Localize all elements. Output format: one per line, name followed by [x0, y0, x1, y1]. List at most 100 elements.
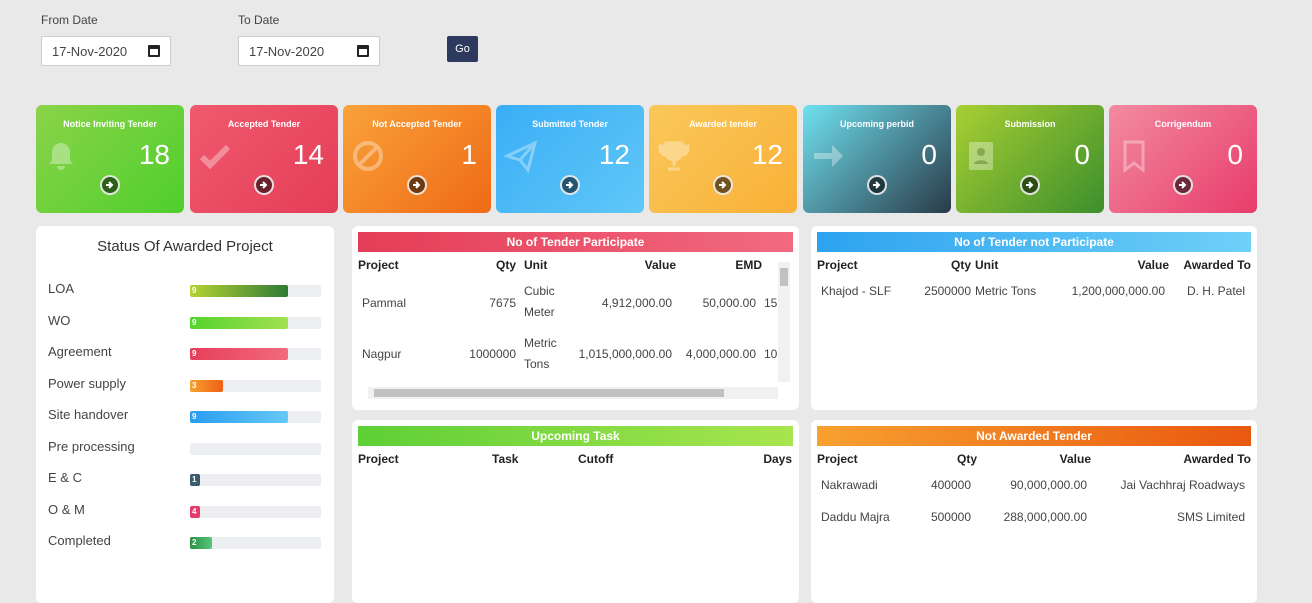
- cell-extra: 15: [764, 296, 778, 310]
- not-awarded-title: Not Awarded Tender: [817, 426, 1251, 446]
- cell-value: 1,015,000,000.00: [578, 347, 672, 361]
- progress-track: 1: [190, 474, 321, 486]
- col-awarded-to: Awarded To: [1183, 258, 1251, 272]
- col-project: Project: [817, 258, 858, 272]
- bell-icon: [49, 143, 73, 170]
- status-label: LOA: [48, 281, 75, 296]
- cell-value: 4,912,000.00: [601, 296, 672, 310]
- calendar-icon[interactable]: [148, 45, 160, 57]
- cell-qty: 2500000: [924, 284, 971, 298]
- summary-card[interactable]: Upcoming perbid 0: [803, 105, 951, 213]
- col-qty: Qty: [956, 452, 977, 466]
- status-row: Site handover 9: [48, 405, 322, 425]
- progress-track: 9: [190, 285, 321, 297]
- progress-value: 3: [192, 380, 197, 390]
- cell-awarded-to: D. H. Patel: [1186, 284, 1245, 298]
- arrow-circle-right-icon[interactable]: [407, 175, 427, 195]
- col-emd: EMD: [735, 258, 762, 272]
- go-button[interactable]: Go: [447, 36, 478, 62]
- col-project: Project: [817, 452, 858, 466]
- summary-card[interactable]: Awarded tender 12: [649, 105, 797, 213]
- scroll-thumb[interactable]: [374, 389, 724, 397]
- cell-value: 90,000,000.00: [1010, 478, 1087, 492]
- status-label: Power supply: [48, 375, 127, 391]
- progress-value: 9: [192, 412, 197, 421]
- status-row: Power supply 3: [48, 374, 322, 394]
- scroll-thumb[interactable]: [780, 268, 788, 286]
- col-project: Project: [358, 258, 399, 272]
- progress-fill: 9: [190, 348, 289, 360]
- arrow-circle-right-icon[interactable]: [254, 175, 274, 195]
- from-date-input[interactable]: 17-Nov-2020: [41, 36, 171, 66]
- progress-track: 9: [190, 411, 321, 423]
- summary-card[interactable]: Corrigendum 0: [1109, 105, 1257, 213]
- col-project: Project: [358, 452, 399, 466]
- horizontal-scrollbar[interactable]: [368, 387, 778, 399]
- card-title: Corrigendum: [1154, 119, 1212, 129]
- status-title: Status Of Awarded Project: [97, 238, 273, 255]
- cell-unit-line2: Meter: [524, 305, 555, 319]
- arrow-circle-right-icon[interactable]: [100, 175, 120, 195]
- not-participate-title: No of Tender not Participate: [817, 232, 1251, 252]
- progress-value: 9: [192, 286, 197, 295]
- col-value: Value: [1059, 452, 1091, 466]
- status-row: Pre processing: [48, 437, 322, 457]
- from-date-label: From Date: [41, 13, 98, 27]
- summary-card[interactable]: Submission 0: [956, 105, 1104, 213]
- cell-qty: 1000000: [469, 347, 516, 361]
- cell-unit: Metric Tons: [975, 284, 1037, 298]
- cell-awarded-to: Jai Vachhraj Roadways: [1120, 478, 1245, 492]
- progress-fill: 4: [190, 505, 201, 518]
- contact-book-icon: [969, 142, 993, 170]
- col-qty: Qty: [950, 258, 971, 272]
- card-title: Upcoming perbid: [840, 119, 914, 129]
- arrow-circle-right-icon[interactable]: [1020, 175, 1040, 195]
- vertical-scrollbar[interactable]: [778, 262, 790, 382]
- col-unit: Unit: [975, 258, 999, 272]
- bookmark-icon: [1123, 140, 1145, 173]
- card-count: 0: [921, 139, 937, 170]
- progress-value: 9: [192, 349, 197, 358]
- card-title: Notice Inviting Tender: [63, 119, 157, 129]
- progress-fill: 9: [190, 316, 289, 329]
- paper-plane-icon: [504, 140, 538, 173]
- progress-track: 4: [190, 505, 321, 518]
- summary-card[interactable]: Submitted Tender 12: [496, 105, 644, 213]
- calendar-icon[interactable]: [357, 45, 369, 57]
- summary-card[interactable]: Accepted Tender 14: [190, 105, 338, 213]
- to-date-label: To Date: [238, 13, 280, 27]
- progress-fill: 9: [190, 285, 289, 297]
- progress-fill: 3: [190, 379, 223, 392]
- summary-card[interactable]: Notice Inviting Tender 18: [36, 105, 184, 213]
- col-unit: Unit: [524, 258, 548, 272]
- col-task: Task: [492, 452, 519, 466]
- arrow-circle-right-icon[interactable]: [867, 175, 887, 195]
- progress-track: 9: [190, 316, 321, 329]
- progress-track: 2: [190, 537, 321, 549]
- status-row: E & C 1: [48, 468, 322, 488]
- col-days: Days: [763, 452, 792, 466]
- not-participate-panel: No of Tender not Participate Project Qty…: [811, 226, 1257, 410]
- status-label: WO: [48, 312, 71, 328]
- progress-fill: 9: [190, 411, 289, 423]
- progress-fill: 2: [190, 537, 213, 549]
- summary-card[interactable]: Not Accepted Tender 1: [343, 105, 491, 213]
- status-label: Agreement: [48, 344, 112, 359]
- arrow-circle-right-icon[interactable]: [1173, 175, 1193, 195]
- to-date-value: 17-Nov-2020: [249, 43, 325, 59]
- upcoming-panel: Upcoming Task Project Task Cutoff Days: [352, 420, 799, 603]
- from-date-value: 17-Nov-2020: [52, 43, 128, 59]
- arrow-circle-right-icon[interactable]: [713, 175, 733, 195]
- cell-project: Khajod - SLF: [821, 284, 892, 298]
- status-label: Site handover: [48, 407, 129, 422]
- card-title: Submitted Tender: [532, 119, 608, 129]
- progress-fill: 1: [190, 474, 201, 486]
- status-row: LOA 9: [48, 279, 322, 299]
- to-date-input[interactable]: 17-Nov-2020: [238, 36, 380, 66]
- col-awarded-to: Awarded To: [1183, 452, 1251, 466]
- arrow-circle-right-icon[interactable]: [560, 175, 580, 195]
- card-count: 1: [461, 139, 477, 170]
- card-count: 14: [292, 139, 324, 170]
- progress-value: 4: [192, 506, 197, 516]
- participate-panel: No of Tender Participate Project Qty Uni…: [352, 226, 799, 410]
